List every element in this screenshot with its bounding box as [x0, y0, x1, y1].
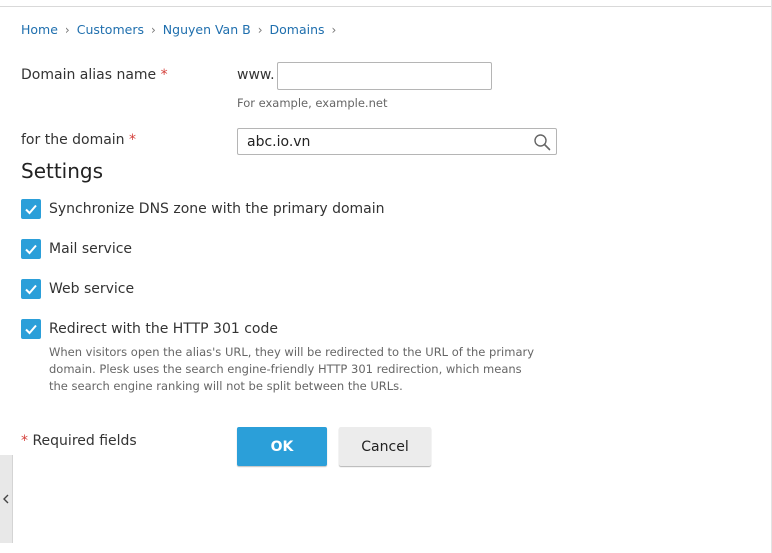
check-icon: [25, 204, 37, 215]
www-prefix: www.: [237, 67, 275, 83]
web-service-checkbox[interactable]: [21, 279, 41, 299]
alias-name-input[interactable]: [277, 62, 492, 90]
breadcrumb-customers[interactable]: Customers: [77, 22, 144, 37]
domain-select-field[interactable]: abc.io.vn: [237, 128, 557, 155]
sync-dns-option[interactable]: Synchronize DNS zone with the primary do…: [21, 199, 385, 219]
web-service-option[interactable]: Web service: [21, 279, 134, 299]
domain-value: abc.io.vn: [247, 134, 311, 150]
breadcrumb-home[interactable]: Home: [21, 22, 58, 37]
check-icon: [25, 284, 37, 295]
alias-name-label-text: Domain alias name: [21, 67, 157, 83]
breadcrumb-separator: ›: [64, 22, 70, 37]
search-icon[interactable]: [533, 133, 551, 151]
sidebar-collapse-tab[interactable]: [0, 455, 13, 543]
redirect-301-option[interactable]: Redirect with the HTTP 301 code: [21, 319, 278, 339]
chevron-left-icon: [3, 494, 9, 504]
cancel-button[interactable]: Cancel: [339, 427, 431, 466]
redirect-description: When visitors open the alias's URL, they…: [49, 345, 535, 393]
breadcrumb-domains[interactable]: Domains: [270, 22, 325, 37]
ok-button[interactable]: OK: [237, 427, 327, 466]
breadcrumb-separator: ›: [150, 22, 156, 37]
sync-dns-checkbox[interactable]: [21, 199, 41, 219]
domain-label-text: for the domain: [21, 132, 125, 148]
web-service-label: Web service: [49, 281, 135, 297]
breadcrumb-customer[interactable]: Nguyen Van B: [163, 22, 251, 37]
breadcrumb-separator: ›: [331, 22, 337, 37]
alias-name-label: Domain alias name *: [21, 67, 168, 83]
top-divider: [0, 0, 772, 7]
domain-label: for the domain *: [21, 132, 136, 148]
redirect-301-checkbox[interactable]: [21, 319, 41, 339]
breadcrumb: Home › Customers › Nguyen Van B › Domain…: [21, 22, 343, 37]
required-mark: *: [21, 433, 28, 449]
required-fields-text: Required fields: [32, 433, 137, 449]
check-icon: [25, 244, 37, 255]
mail-service-checkbox[interactable]: [21, 239, 41, 259]
mail-service-option[interactable]: Mail service: [21, 239, 132, 259]
breadcrumb-separator: ›: [257, 22, 263, 37]
mail-service-label: Mail service: [49, 241, 133, 257]
check-icon: [25, 324, 37, 335]
settings-title: Settings: [21, 159, 104, 183]
alias-hint: For example, example.net: [237, 96, 388, 110]
required-fields-note: * Required fields: [21, 433, 137, 449]
required-mark: *: [129, 132, 137, 148]
sync-dns-label: Synchronize DNS zone with the primary do…: [49, 201, 385, 217]
redirect-301-label: Redirect with the HTTP 301 code: [49, 321, 278, 337]
required-mark: *: [160, 67, 168, 83]
